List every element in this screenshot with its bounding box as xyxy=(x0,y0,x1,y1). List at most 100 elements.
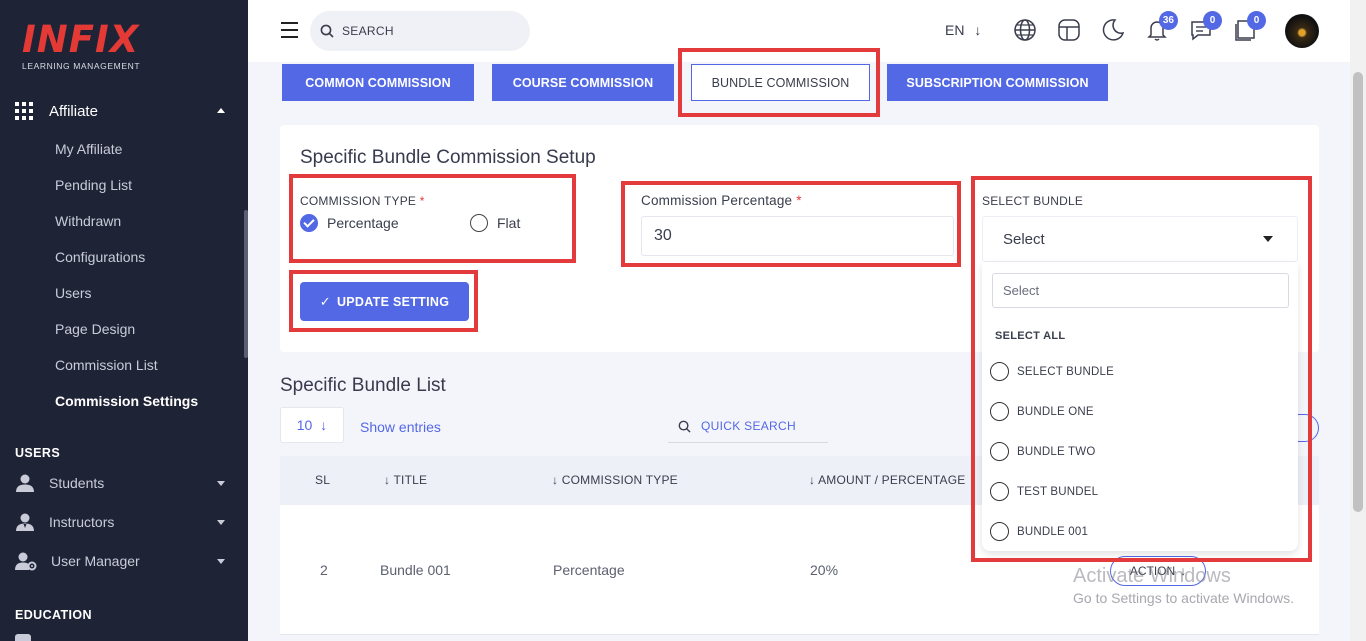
setup-title: Specific Bundle Commission Setup xyxy=(300,147,596,168)
sidebar-item-commission-settings[interactable]: Commission Settings xyxy=(55,393,198,409)
sidebar-item-commission-list[interactable]: Commission List xyxy=(55,357,158,373)
sidebar-item-user-manager[interactable]: User Manager xyxy=(15,550,233,572)
logo[interactable]: INFIX LEARNING MANAGEMENT xyxy=(22,21,140,71)
cell-sl: 2 xyxy=(320,562,328,578)
sidebar-item-configurations[interactable]: Configurations xyxy=(55,249,145,265)
table-tools-button[interactable] xyxy=(1296,414,1319,442)
dropdown-option[interactable]: BUNDLE 001 xyxy=(990,522,1088,541)
column-sl[interactable]: SL xyxy=(315,473,330,487)
column-commission-type[interactable]: ↓ COMMISSION TYPE xyxy=(552,473,678,487)
radio-flat[interactable]: Flat xyxy=(470,214,520,232)
caret-down-icon xyxy=(1263,236,1273,242)
caret-down-icon xyxy=(217,559,225,564)
sidebar-item-students[interactable]: Students xyxy=(15,472,233,494)
option-label: BUNDLE TWO xyxy=(1017,445,1096,458)
layout-icon[interactable] xyxy=(1057,18,1081,42)
dropdown-option[interactable]: BUNDLE ONE xyxy=(990,402,1094,421)
language-selector[interactable]: EN ↓ xyxy=(945,22,981,38)
instructor-icon xyxy=(16,513,34,531)
arrow-down-icon: ↓ xyxy=(809,473,819,487)
cell-title: Bundle 001 xyxy=(380,562,451,578)
search-input[interactable]: SEARCH xyxy=(310,11,530,51)
tab-subscription-commission[interactable]: SUBSCRIPTION COMMISSION xyxy=(887,64,1108,101)
messages-badge: 0 xyxy=(1247,11,1266,30)
radio-unchecked-icon xyxy=(990,442,1009,461)
option-label: SELECT BUNDLE xyxy=(1017,365,1114,378)
student-icon xyxy=(16,474,34,492)
caret-down-icon xyxy=(217,481,225,486)
radio-percentage[interactable]: Percentage xyxy=(300,214,399,232)
commission-percentage-label: Commission Percentage * xyxy=(641,193,802,208)
update-setting-label: UPDATE SETTING xyxy=(336,294,450,309)
dropdown-option[interactable]: SELECT BUNDLE xyxy=(990,362,1114,381)
commission-percentage-input[interactable]: 30 xyxy=(641,216,954,256)
scrollbar-thumb[interactable] xyxy=(1353,72,1363,512)
search-placeholder: SEARCH xyxy=(342,24,394,38)
sidebar-item-instructors[interactable]: Instructors xyxy=(15,511,233,533)
tab-bundle-commission[interactable]: BUNDLE COMMISSION xyxy=(691,64,870,101)
entries-value: 10 xyxy=(296,417,313,433)
bundle-select[interactable]: Select xyxy=(982,216,1298,262)
select-bundle-label: SELECT BUNDLE xyxy=(982,194,1084,208)
globe-icon[interactable] xyxy=(1013,18,1037,42)
education-icon xyxy=(15,634,31,641)
column-amount[interactable]: ↓ AMOUNT / PERCENTAGE xyxy=(809,473,965,487)
commission-type-text: COMMISSION TYPE xyxy=(300,194,417,208)
arrow-down-icon: ↓ xyxy=(974,22,982,38)
radio-label: Flat xyxy=(497,215,521,231)
check-icon: ✓ xyxy=(319,293,331,309)
sidebar-item-withdrawn[interactable]: Withdrawn xyxy=(55,213,121,229)
radio-checked-icon xyxy=(300,214,318,232)
cell-amount: 20% xyxy=(810,562,839,578)
update-setting-button[interactable]: ✓ UPDATE SETTING xyxy=(300,282,469,321)
sidebar-item-label: Instructors xyxy=(49,514,115,530)
quick-search-input[interactable]: QUICK SEARCH xyxy=(668,410,828,443)
commission-type-label: COMMISSION TYPE * xyxy=(300,194,425,208)
avatar[interactable] xyxy=(1285,14,1319,48)
dropdown-search-input[interactable]: Select xyxy=(992,273,1289,308)
notification-badge: 36 xyxy=(1158,11,1178,30)
entries-select[interactable]: 10 ↓ xyxy=(280,407,344,443)
moon-icon[interactable] xyxy=(1101,18,1125,42)
menu-toggle-icon[interactable] xyxy=(281,22,298,43)
watermark-title: Activate Windows xyxy=(1073,565,1231,587)
column-title[interactable]: ↓ TITLE xyxy=(384,473,427,487)
sidebar-item-page-design[interactable]: Page Design xyxy=(55,321,135,337)
show-entries-label: Show entries xyxy=(360,419,441,435)
chat-badge: 0 xyxy=(1203,11,1222,30)
sidebar-item-label: Affiliate xyxy=(49,102,98,120)
sidebar-section-users: USERS xyxy=(15,446,61,460)
column-type-text: COMMISSION TYPE xyxy=(561,473,678,487)
dropdown-option[interactable]: TEST BUNDEL xyxy=(990,482,1098,501)
radio-unchecked-icon xyxy=(990,522,1009,541)
sidebar-item-pending-list[interactable]: Pending List xyxy=(55,177,132,193)
sidebar-scrollbar[interactable] xyxy=(244,210,248,358)
bundle-select-value: Select xyxy=(1003,230,1045,248)
sidebar: INFIX LEARNING MANAGEMENT Affiliate My A… xyxy=(0,0,248,641)
messages-button[interactable]: 0 xyxy=(1233,11,1266,47)
user-manager-icon xyxy=(15,552,37,571)
arrow-down-icon: ↓ xyxy=(384,473,394,487)
radio-unchecked-icon xyxy=(990,482,1009,501)
quick-search-label: QUICK SEARCH xyxy=(701,419,796,433)
required-mark: * xyxy=(796,193,802,208)
arrow-down-icon: ↓ xyxy=(320,417,328,433)
chat-button[interactable]: 0 xyxy=(1189,11,1222,47)
cell-type: Percentage xyxy=(553,562,625,578)
tab-course-commission[interactable]: COURSE COMMISSION xyxy=(492,64,674,101)
radio-unchecked-icon xyxy=(470,214,488,232)
tab-common-commission[interactable]: COMMON COMMISSION xyxy=(282,64,474,101)
sidebar-section-education: EDUCATION xyxy=(15,608,92,622)
notifications-button[interactable]: 36 xyxy=(1145,11,1178,47)
top-header: SEARCH EN ↓ 36 0 0 xyxy=(248,0,1350,62)
search-icon xyxy=(678,420,691,433)
page-scrollbar[interactable] xyxy=(1350,0,1366,641)
radio-label: Percentage xyxy=(327,215,399,231)
caret-up-icon xyxy=(217,108,225,113)
sidebar-item-my-affiliate[interactable]: My Affiliate xyxy=(55,141,122,157)
dropdown-option[interactable]: BUNDLE TWO xyxy=(990,442,1095,461)
sidebar-item-affiliate[interactable]: Affiliate xyxy=(15,100,233,122)
sidebar-item-users[interactable]: Users xyxy=(55,285,92,301)
select-all-option[interactable]: SELECT ALL xyxy=(995,330,1065,342)
radio-unchecked-icon xyxy=(990,362,1009,381)
